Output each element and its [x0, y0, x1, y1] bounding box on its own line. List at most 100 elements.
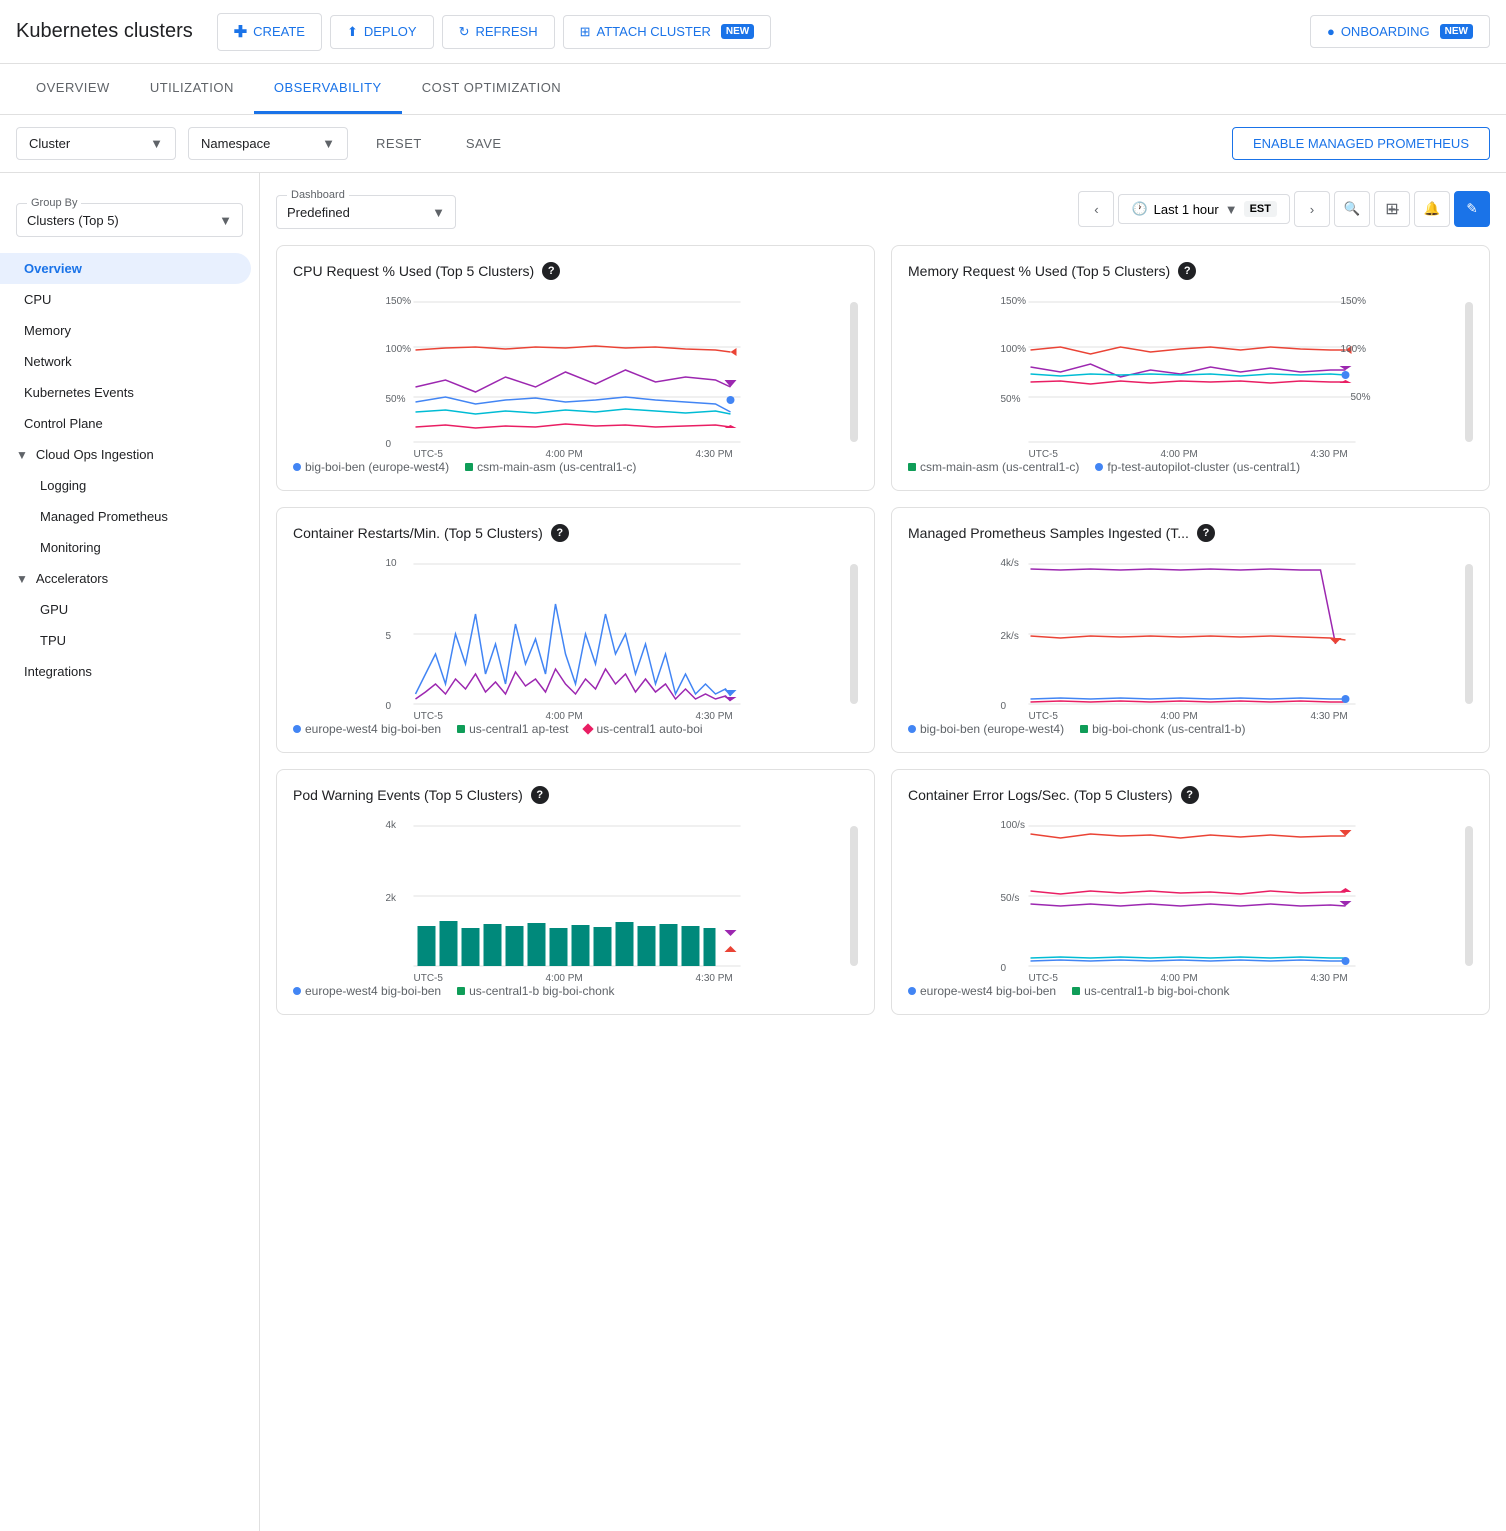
svg-text:50%: 50%	[1001, 394, 1021, 405]
chart-memory-area: 150% 100% 50%	[908, 292, 1473, 452]
legend-big-boi-chonk: big-boi-chonk (us-central1-b)	[1080, 722, 1245, 736]
prometheus-chart-legend: big-boi-ben (europe-west4) big-boi-chonk…	[908, 722, 1473, 736]
sidebar-item-monitoring[interactable]: Monitoring	[0, 532, 251, 563]
pod-chart-legend: europe-west4 big-boi-ben us-central1-b b…	[293, 984, 858, 998]
sidebar-item-cpu[interactable]: CPU	[0, 284, 251, 315]
zoom-button[interactable]: 🔍	[1334, 191, 1370, 227]
clock-icon: 🕐	[1131, 201, 1147, 217]
onboarding-icon: ●	[1327, 24, 1335, 39]
group-by-label: Group By	[27, 197, 81, 209]
sidebar-item-gpu[interactable]: GPU	[0, 594, 251, 625]
svg-text:2k: 2k	[386, 893, 398, 904]
sidebar-item-memory[interactable]: Memory	[0, 315, 251, 346]
tab-cost[interactable]: COST OPTIMIZATION	[402, 64, 581, 114]
sidebar-item-tpu[interactable]: TPU	[0, 625, 251, 656]
sidebar-item-integrations[interactable]: Integrations	[0, 656, 251, 687]
svg-text:UTC-5: UTC-5	[1029, 449, 1059, 460]
sidebar: Group By Clusters (Top 5) ▼ Overview CPU…	[0, 173, 260, 1531]
attach-new-badge: NEW	[721, 24, 754, 39]
legend-dot-blue6	[908, 987, 916, 995]
legend-us-central1-ap: us-central1 ap-test	[457, 722, 568, 736]
restarts-chart: 10 5 0 UTC-5 4:00 PM	[293, 554, 858, 714]
pod-chart-scrollbar[interactable]	[850, 826, 858, 966]
tabs-bar: OVERVIEW UTILIZATION OBSERVABILITY COST …	[0, 64, 1506, 115]
dashboard-area: Dashboard Predefined ▼ ‹ 🕐 Last 1 hour ▼…	[260, 173, 1506, 1531]
enable-managed-prometheus-button[interactable]: ENABLE MANAGED PROMETHEUS	[1232, 127, 1490, 160]
namespace-filter-arrow: ▼	[322, 136, 335, 151]
sidebar-section-cloud-ops[interactable]: ▼ Cloud Ops Ingestion	[0, 439, 259, 470]
accelerators-chevron-icon: ▼	[16, 572, 28, 586]
refresh-button[interactable]: ↻ REFRESH	[442, 15, 555, 49]
edit-icon: ✎	[1466, 201, 1477, 217]
chart-cpu-request-title: CPU Request % Used (Top 5 Clusters) ?	[293, 262, 858, 280]
tab-utilization[interactable]: UTILIZATION	[130, 64, 254, 114]
restarts-help-icon[interactable]: ?	[551, 524, 569, 542]
time-prev-button[interactable]: ‹	[1078, 191, 1114, 227]
compare-icon: ⊞̶	[1385, 199, 1398, 219]
svg-text:4:00 PM: 4:00 PM	[1161, 973, 1198, 984]
namespace-filter[interactable]: Namespace ▼	[188, 127, 348, 160]
time-range-button[interactable]: 🕐 Last 1 hour ▼ EST	[1118, 194, 1290, 224]
error-logs-scrollbar[interactable]	[1465, 826, 1473, 966]
bell-icon: 🔔	[1424, 201, 1441, 217]
memory-help-icon[interactable]: ?	[1178, 262, 1196, 280]
cpu-chart-scrollbar[interactable]	[850, 302, 858, 442]
prometheus-chart-scrollbar[interactable]	[1465, 564, 1473, 704]
restarts-chart-scrollbar[interactable]	[850, 564, 858, 704]
sidebar-item-overview[interactable]: Overview	[0, 253, 251, 284]
attach-cluster-button[interactable]: ⊞ ATTACH CLUSTER NEW	[563, 15, 772, 49]
compare-button[interactable]: ⊞̶	[1374, 191, 1410, 227]
pod-help-icon[interactable]: ?	[531, 786, 549, 804]
save-button[interactable]: SAVE	[450, 128, 518, 159]
filters-bar: Cluster ▼ Namespace ▼ RESET SAVE ENABLE …	[0, 115, 1506, 173]
svg-text:100%: 100%	[386, 344, 412, 355]
chart-pod-warnings: Pod Warning Events (Top 5 Clusters) ? 4k…	[276, 769, 875, 1015]
sidebar-item-kubernetes-events[interactable]: Kubernetes Events	[0, 377, 251, 408]
legend-item-big-boi-ben: big-boi-ben (europe-west4)	[293, 460, 449, 474]
cpu-help-icon[interactable]: ?	[542, 262, 560, 280]
reset-button[interactable]: RESET	[360, 128, 438, 159]
prometheus-help-icon[interactable]: ?	[1197, 524, 1215, 542]
legend-square-green5	[457, 987, 465, 995]
time-next-button[interactable]: ›	[1294, 191, 1330, 227]
sidebar-item-managed-prometheus[interactable]: Managed Prometheus	[0, 501, 251, 532]
group-by-dropdown[interactable]: Group By Clusters (Top 5) ▼	[16, 197, 243, 237]
svg-text:150%: 150%	[386, 296, 412, 307]
page-title: Kubernetes clusters	[16, 20, 193, 43]
deploy-button[interactable]: ⬆ DEPLOY	[330, 15, 434, 49]
pod-warnings-chart: 4k 2k	[293, 816, 858, 976]
tab-overview[interactable]: OVERVIEW	[16, 64, 130, 114]
tab-observability[interactable]: OBSERVABILITY	[254, 64, 402, 114]
sidebar-section-accelerators[interactable]: ▼ Accelerators	[0, 563, 259, 594]
memory-chart-scrollbar[interactable]	[1465, 302, 1473, 442]
onboarding-button[interactable]: ● ONBOARDING NEW	[1310, 15, 1490, 48]
legend-fp-test: fp-test-autopilot-cluster (us-central1)	[1095, 460, 1300, 474]
svg-text:100%: 100%	[1341, 344, 1367, 355]
est-badge: EST	[1244, 201, 1277, 217]
chart-container-restarts: Container Restarts/Min. (Top 5 Clusters)…	[276, 507, 875, 753]
sidebar-item-network[interactable]: Network	[0, 346, 251, 377]
chart-restarts-title: Container Restarts/Min. (Top 5 Clusters)…	[293, 524, 858, 542]
sidebar-item-logging[interactable]: Logging	[0, 470, 251, 501]
svg-text:4:30 PM: 4:30 PM	[696, 449, 733, 460]
dashboard-label: Dashboard	[287, 189, 349, 201]
svg-text:4:00 PM: 4:00 PM	[546, 711, 583, 722]
dashboard-dropdown[interactable]: Dashboard Predefined ▼	[276, 189, 456, 229]
svg-text:4:00 PM: 4:00 PM	[546, 449, 583, 460]
chart-error-area: 100/s 50/s 0	[908, 816, 1473, 976]
create-icon: ✚	[234, 22, 247, 42]
edit-button[interactable]: ✎	[1454, 191, 1490, 227]
legend-europe-west4: europe-west4 big-boi-ben	[293, 722, 441, 736]
chart-error-title: Container Error Logs/Sec. (Top 5 Cluster…	[908, 786, 1473, 804]
svg-text:4:30 PM: 4:30 PM	[1311, 973, 1348, 984]
error-help-icon[interactable]: ?	[1181, 786, 1199, 804]
create-button[interactable]: ✚ CREATE	[217, 13, 322, 51]
legend-big-boi-ben-prom: big-boi-ben (europe-west4)	[908, 722, 1064, 736]
legend-square-green4	[1080, 725, 1088, 733]
alert-button[interactable]: 🔔	[1414, 191, 1450, 227]
sidebar-item-control-plane[interactable]: Control Plane	[0, 408, 251, 439]
dashboard-dropdown-wrapper: Dashboard Predefined ▼	[276, 189, 456, 229]
cluster-filter[interactable]: Cluster ▼	[16, 127, 176, 160]
chart-pod-title: Pod Warning Events (Top 5 Clusters) ?	[293, 786, 858, 804]
svg-text:0: 0	[386, 701, 392, 712]
